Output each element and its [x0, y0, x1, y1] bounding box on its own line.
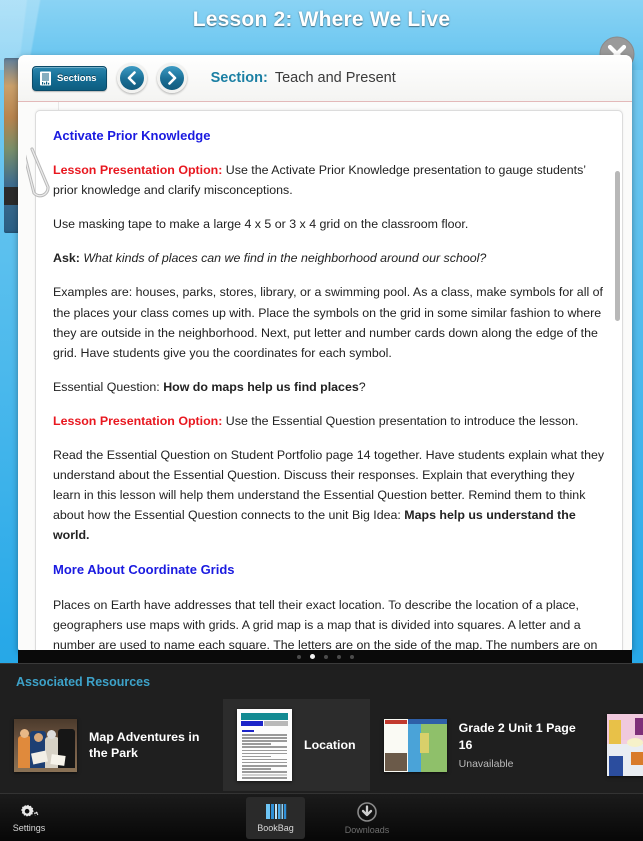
tab-bookbag-label: BookBag — [257, 823, 294, 833]
page-indicator — [18, 650, 632, 663]
document-page-thumbnail — [237, 709, 292, 781]
lesson-content-page[interactable]: Activate Prior Knowledge Lesson Presenta… — [35, 110, 623, 651]
essential-question-text: How do maps help us find places — [163, 379, 359, 394]
lesson-presentation-option-lead-1: Lesson Presentation Option: — [53, 163, 223, 178]
map-page-thumbnail — [383, 718, 447, 772]
ask-lead: Ask: — [53, 251, 80, 266]
app-root: Lesson 2: Where We Live Sections Section… — [0, 0, 643, 841]
resource-item[interactable] — [593, 699, 643, 791]
content-scrollbar-thumb[interactable] — [615, 171, 620, 321]
books-icon — [265, 804, 286, 819]
illustration-thumbnail — [606, 714, 643, 776]
section-value: Teach and Present — [274, 70, 396, 86]
resource-name: Location — [304, 737, 356, 752]
photo-kids-with-map-thumbnail — [14, 718, 77, 772]
download-arrow-icon — [357, 801, 377, 822]
lesson-card: Sections Section: Teach and Present Acti… — [18, 55, 632, 651]
tab-settings-label: Settings — [12, 822, 46, 833]
bottom-tab-bar: Settings BookBag Downloads — [0, 793, 643, 841]
paragraph-coordinate-grids: Places on Earth have addresses that tell… — [53, 597, 598, 652]
resource-name: Map Adventures in the Park — [89, 729, 200, 760]
page-dot[interactable] — [323, 654, 328, 659]
page-dot[interactable] — [349, 654, 354, 659]
tab-settings[interactable]: Settings — [6, 794, 52, 841]
chevron-left-icon — [127, 71, 136, 85]
paragraph-read-essential-question: Read the Essential Question on Student P… — [53, 445, 605, 545]
heading-activate-prior-knowledge: Activate Prior Knowledge — [53, 128, 211, 143]
document-list-icon — [40, 71, 51, 85]
paragraph-essential-question: Essential Question: How do maps help us … — [53, 377, 605, 397]
paragraph-presentation-option-1: Lesson Presentation Option: Use the Acti… — [53, 160, 605, 200]
page-dot[interactable] — [336, 654, 341, 659]
associated-resources-list: Map Adventures in the Park Location Grade … — [0, 697, 643, 793]
resource-item[interactable]: Location — [223, 699, 370, 791]
resource-name: Grade 2 Unit 1 Page 16 — [458, 721, 576, 752]
page-dot[interactable] — [296, 654, 301, 659]
sections-button[interactable]: Sections — [32, 65, 107, 91]
chevron-right-icon — [167, 71, 176, 85]
lesson-content-body: Activate Prior Knowledge Lesson Presenta… — [36, 111, 622, 651]
paragraph-presentation-option-2: Lesson Presentation Option: Use the Esse… — [53, 411, 605, 431]
tab-downloads-label: Downloads — [344, 824, 390, 835]
section-label: Section: — [210, 70, 268, 86]
associated-resources-title: Associated Resources — [16, 675, 151, 689]
next-section-button[interactable] — [156, 63, 187, 93]
lesson-presentation-option-text-2: Use the Essential Question presentation … — [222, 413, 579, 428]
resource-status: Unavailable — [458, 757, 514, 770]
previous-section-button[interactable] — [116, 63, 147, 93]
essential-question-suffix: ? — [358, 379, 366, 394]
paragraph-masking-tape: Use masking tape to make a large 4 x 5 o… — [53, 217, 469, 232]
resource-item[interactable]: Grade 2 Unit 1 Page 16 Unavailable — [370, 699, 593, 791]
content-scrollbar[interactable] — [615, 171, 620, 649]
tab-bookbag[interactable]: BookBag — [246, 797, 305, 839]
resource-item[interactable]: Map Adventures in the Park — [0, 699, 223, 791]
sections-button-label: Sections — [57, 72, 97, 84]
paragraph-ask: Ask: What kinds of places can we find in… — [53, 248, 605, 268]
page-dot[interactable] — [309, 654, 315, 659]
essential-question-prefix: Essential Question: — [53, 379, 164, 394]
lesson-presentation-option-lead-2: Lesson Presentation Option: — [53, 413, 223, 428]
section-toolbar: Sections Section: Teach and Present — [18, 55, 632, 102]
ask-question: What kinds of places can we find in the … — [83, 251, 487, 266]
heading-more-about-coordinate-grids: More About Coordinate Grids — [53, 562, 235, 578]
page-title: Lesson 2: Where We Live — [192, 8, 451, 31]
gear-icon — [21, 804, 39, 817]
tab-downloads[interactable]: Downloads — [333, 794, 401, 841]
associated-resources-panel: Associated Resources Map Adventures in t… — [0, 663, 643, 793]
paragraph-examples: Examples are: houses, parks, stores, lib… — [53, 285, 603, 360]
